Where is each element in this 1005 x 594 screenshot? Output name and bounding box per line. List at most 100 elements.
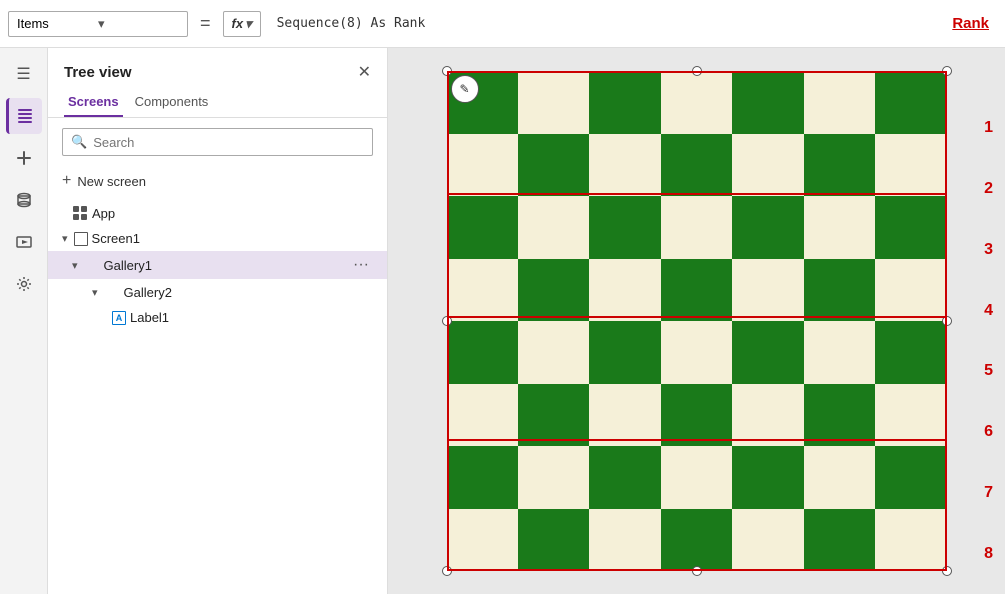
tree-item-app[interactable]: App [48,200,387,226]
cylinder-icon [15,191,33,209]
rank-label: Rank [952,15,989,32]
handle-middle-left[interactable] [442,316,452,326]
checkerboard-cell [804,446,875,509]
handle-top-right[interactable] [942,66,952,76]
handle-middle-right[interactable] [942,316,952,326]
checkerboard-cell [732,196,803,259]
checkerboard-cell [518,259,589,322]
search-bar: 🔍 [62,128,373,156]
checkerboard-cell [732,71,803,134]
tree-item-gallery2[interactable]: ▾ Gallery2 [48,279,387,305]
checkerboard-cell [661,134,732,197]
tree-title: Tree view [64,64,132,81]
checkerboard-cell [589,321,660,384]
tree-tabs: Screens Components [48,88,387,118]
checkerboard-cell [447,446,518,509]
equals-button[interactable]: = [196,13,215,34]
handle-top-left[interactable] [442,66,452,76]
row-num-6: 6 [984,424,993,440]
tab-components[interactable]: Components [131,88,213,117]
row-numbers: 1 2 3 4 5 6 7 8 [984,48,1005,594]
checkerboard-cell [518,134,589,197]
row-num-3: 3 [984,242,993,258]
media-icon [15,233,33,251]
edit-icon[interactable]: ✎ [451,75,479,103]
row-num-4: 4 [984,303,993,319]
new-screen-button[interactable]: + New screen [48,166,387,196]
tree-item-gallery1[interactable]: ▾ Gallery1 ··· [48,251,387,279]
checkerboard-cell [447,196,518,259]
checkerboard-cell [518,446,589,509]
gallery1-icon [84,257,100,273]
checkerboard-cell [732,321,803,384]
checkerboard-cell [589,446,660,509]
main-layout: ☰ [0,48,1005,594]
checkerboard-cell [518,384,589,447]
fx-label: fx [232,16,244,31]
checkerboard-cell [447,321,518,384]
handle-top-center[interactable] [692,66,702,76]
layers-icon [16,107,34,125]
checkerboard-cell [804,71,875,134]
tree-item-screen1[interactable]: ▾ Screen1 [48,226,387,251]
checkerboard-cell [732,384,803,447]
row-num-7: 7 [984,485,993,501]
fx-button[interactable]: fx ▾ [223,11,261,37]
checkerboard-cell [661,196,732,259]
checkerboard-cell [875,71,946,134]
checkerboard-cell [661,384,732,447]
sidebar-item-media[interactable] [6,224,42,260]
checkerboard-cell [447,384,518,447]
checkerboard-cell [661,71,732,134]
tree-item-label1[interactable]: A Label1 [48,305,387,330]
search-icon: 🔍 [71,134,87,150]
handle-bottom-right[interactable] [942,566,952,576]
checkerboard-cell [589,71,660,134]
tab-screens[interactable]: Screens [64,88,123,117]
icon-bar: ☰ [0,48,48,594]
sidebar-item-hamburger[interactable]: ☰ [6,56,42,92]
checkerboard-cell [661,321,732,384]
checkerboard-cell [589,259,660,322]
checkerboard-cell [732,259,803,322]
checkerboard-cell [875,134,946,197]
checkerboard-cell [875,384,946,447]
app-label: App [92,206,373,221]
checkerboard-cell [875,446,946,509]
sidebar-item-data[interactable] [6,182,42,218]
top-bar: Items ▾ = fx ▾ Sequence(8) As Rank Rank [0,0,1005,48]
plus-icon [15,149,33,167]
gallery2-icon [104,284,120,300]
handle-bottom-left[interactable] [442,566,452,576]
checkerboard-cell [518,321,589,384]
checkerboard-cell [518,509,589,572]
app-icon [72,205,88,221]
checkerboard-cell [875,259,946,322]
checkerboard-cell [732,446,803,509]
screen-icon [74,232,88,246]
checkerboard-grid [447,71,947,571]
canvas-area[interactable]: ✎ 1 2 3 4 5 6 7 8 [388,48,1005,594]
row-num-1: 1 [984,120,993,136]
handle-bottom-center[interactable] [692,566,702,576]
gallery2-caret-icon: ▾ [92,286,98,299]
sidebar-item-layers[interactable] [6,98,42,134]
checkerboard-cell [447,259,518,322]
items-dropdown[interactable]: Items ▾ [8,11,188,37]
checkerboard-cell [875,509,946,572]
search-input[interactable] [93,135,364,150]
checkerboard-cell [804,134,875,197]
checkerboard-cell [804,196,875,259]
checkerboard-cell [589,509,660,572]
formula-bar[interactable]: Sequence(8) As Rank [269,12,945,35]
checkerboard-cell [661,446,732,509]
checkerboard-cell [661,259,732,322]
sidebar-item-settings[interactable] [6,266,42,302]
gallery1-label: Gallery1 [104,258,345,273]
tree-content: App ▾ Screen1 ▾ Gallery1 ··· ▾ Gallery2 [48,196,387,594]
tree-close-button[interactable]: ✕ [358,62,371,82]
sidebar-item-add[interactable] [6,140,42,176]
dropdown-arrow-icon: ▾ [98,16,179,32]
gallery1-more-button[interactable]: ··· [349,256,373,274]
checkerboard-cell [804,321,875,384]
